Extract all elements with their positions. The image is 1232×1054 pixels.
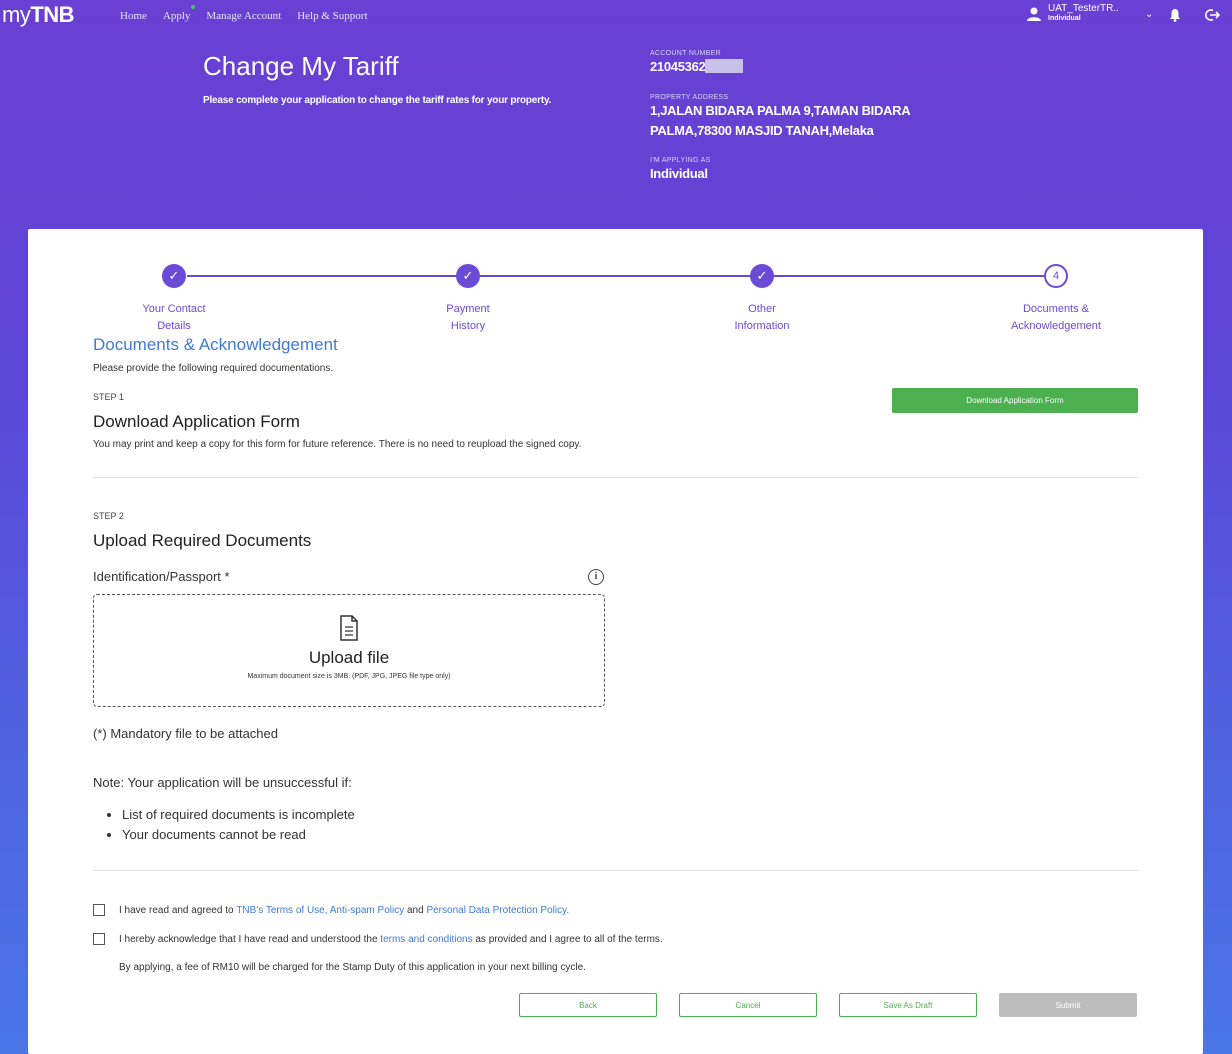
terms-checkbox[interactable] (93, 904, 105, 916)
stepper-connector (187, 275, 469, 277)
upload-title: Upload file (308, 648, 390, 667)
identification-passport-label: Identification/Passport * (93, 569, 230, 584)
step-label-payment: Payment History (446, 303, 490, 332)
divider (93, 870, 1138, 871)
user-role: Individual (1048, 15, 1081, 22)
user-menu[interactable]: UAT_TesterTR.. Individual (1026, 4, 1119, 23)
applying-as: Individual (650, 166, 708, 181)
download-application-form-button[interactable]: Download Application Form (892, 388, 1138, 413)
terms-of-use-link[interactable]: TNB's Terms of Use, Anti-spam Policy (236, 905, 404, 916)
step-1-check-icon: ✓ (162, 264, 186, 288)
applying-as-block: I'M APPLYING AS Individual (650, 157, 711, 184)
list-item: Your documents cannot be read (122, 825, 355, 845)
terms-agreement-row: I have read and agreed to TNB's Terms of… (93, 904, 569, 916)
progress-stepper: ✓ ✓ ✓ 4 Your Contact Details Payment Histo… (28, 229, 1203, 339)
step-label-other: Other Information (734, 303, 790, 332)
user-icon (1027, 7, 1041, 21)
back-button[interactable]: Back (519, 993, 657, 1017)
acknowledge-checkbox[interactable] (93, 933, 105, 945)
section-title: Documents & Acknowledgement (93, 335, 338, 354)
acknowledge-row: I hereby acknowledge that I have read an… (93, 933, 663, 945)
list-item: List of required documents is incomplete (122, 805, 355, 825)
account-number: 21045362 (650, 59, 706, 74)
nav-help-support[interactable]: Help & Support (297, 10, 367, 22)
step1-note: You may print and keep a copy for this f… (93, 439, 582, 450)
upload-dropzone[interactable]: Upload file Maximum document size is 3MB… (93, 594, 605, 707)
step2-heading: Upload Required Documents (93, 531, 312, 550)
nav-apply[interactable]: Apply (163, 5, 196, 22)
data-protection-policy-link[interactable]: Personal Data Protection Policy. (426, 905, 569, 916)
logout-icon[interactable] (1204, 8, 1220, 22)
account-number-block: ACCOUNT NUMBER 21045362 (650, 50, 744, 77)
submit-button[interactable]: Submit (999, 993, 1137, 1017)
step-label-contact: Your Contact Details (142, 303, 206, 332)
chevron-down-icon[interactable]: ⌄ (1145, 9, 1153, 20)
upload-hint: Maximum document size is 3MB. (PDF, JPG,… (247, 673, 451, 680)
property-address-block: PROPERTY ADDRESS 1,JALAN BIDARA PALMA 9,… (650, 94, 950, 141)
section-description: Please provide the following required do… (93, 363, 334, 374)
main-nav: Home Apply Manage Account Help & Support (120, 5, 368, 22)
bell-icon[interactable] (1169, 8, 1181, 22)
stepper-connector (774, 275, 1056, 277)
divider (93, 477, 1138, 478)
step1-label: STEP 1 (93, 392, 124, 402)
terms-and-conditions-link[interactable]: terms and conditions (380, 934, 472, 945)
mandatory-note: (*) Mandatory file to be attached (93, 726, 278, 741)
mytnb-logo[interactable]: myTNB (2, 2, 75, 28)
property-address: 1,JALAN BIDARA PALMA 9,TAMAN BIDARA PALM… (650, 103, 910, 138)
user-name: UAT_TesterTR.. (1048, 3, 1119, 14)
info-icon[interactable]: i (588, 569, 604, 585)
step-label-documents: Documents & Acknowledgement (1011, 303, 1101, 332)
stepper-connector (480, 275, 762, 277)
page-subtitle: Please complete your application to chan… (203, 95, 552, 106)
cancel-button[interactable]: Cancel (679, 993, 817, 1017)
redacted-digits (705, 59, 744, 73)
document-icon (340, 615, 358, 641)
step1-heading: Download Application Form (93, 412, 300, 431)
step-3-check-icon: ✓ (750, 264, 774, 288)
step-2-check-icon: ✓ (456, 264, 480, 288)
stamp-duty-fee-note: By applying, a fee of RM10 will be charg… (119, 962, 586, 973)
save-as-draft-button[interactable]: Save As Draft (839, 993, 977, 1017)
unsuccessful-note: Note: Your application will be unsuccess… (93, 775, 352, 790)
new-indicator-dot (191, 5, 196, 9)
nav-manage-account[interactable]: Manage Account (206, 10, 281, 22)
page-title: Change My Tariff (203, 51, 399, 81)
nav-home[interactable]: Home (120, 10, 147, 22)
step2-label: STEP 2 (93, 511, 124, 521)
top-bar: myTNB Home Apply Manage Account Help & S… (0, 0, 1232, 34)
step-4-number: 4 (1044, 264, 1068, 288)
unsuccessful-reasons: List of required documents is incomplete… (108, 805, 355, 845)
application-card: ✓ ✓ ✓ 4 Your Contact Details Payment Histo… (28, 229, 1203, 1054)
